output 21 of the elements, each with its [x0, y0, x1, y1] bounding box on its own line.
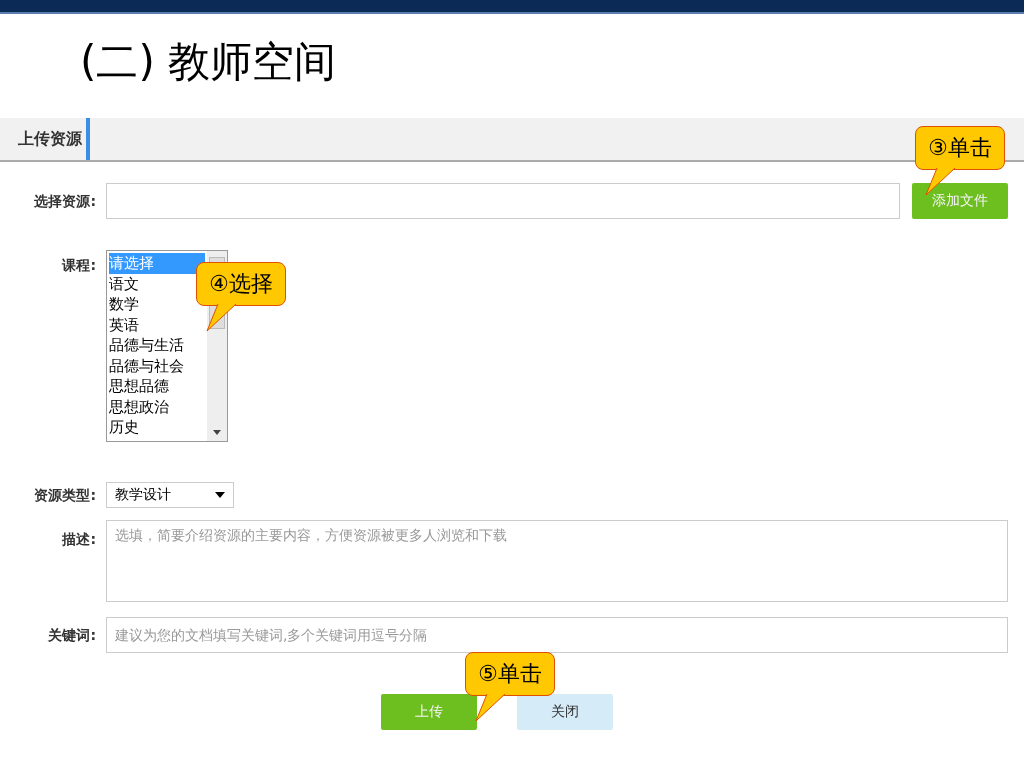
type-dropdown[interactable]: 教学设计 — [106, 482, 234, 508]
field-label: 选择资源: — [33, 192, 97, 211]
field-label: 描述: — [61, 530, 97, 549]
tooltip-pointer — [206, 304, 236, 332]
tooltip-pointer — [475, 694, 505, 722]
field-label: 课程: — [60, 256, 97, 275]
field-label: 关键词: — [47, 626, 97, 645]
course-option[interactable]: 历史 — [109, 417, 205, 438]
slide-title: (二) 教师空间 — [80, 36, 338, 88]
scroll-down-icon[interactable] — [213, 430, 221, 435]
course-option[interactable]: 思想品德 — [109, 376, 205, 397]
resource-field[interactable] — [106, 183, 900, 219]
course-option[interactable]: 品德与生活 — [109, 335, 205, 356]
course-option[interactable]: 思想政治 — [109, 396, 205, 417]
field-label: 资源类型: — [33, 486, 97, 505]
keywords-field[interactable]: 建议为您的文档填写关键词,多个关键词用逗号分隔 — [106, 617, 1008, 653]
course-option[interactable]: 品德与社会 — [109, 355, 205, 376]
dropdown-arrow-icon — [215, 492, 225, 498]
description-field[interactable]: 选填，简要介绍资源的主要内容，方便资源被更多人浏览和下载 — [106, 520, 1008, 602]
step-tooltip: ④选择 — [196, 262, 286, 332]
panel-title: 上传资源 — [0, 118, 90, 160]
